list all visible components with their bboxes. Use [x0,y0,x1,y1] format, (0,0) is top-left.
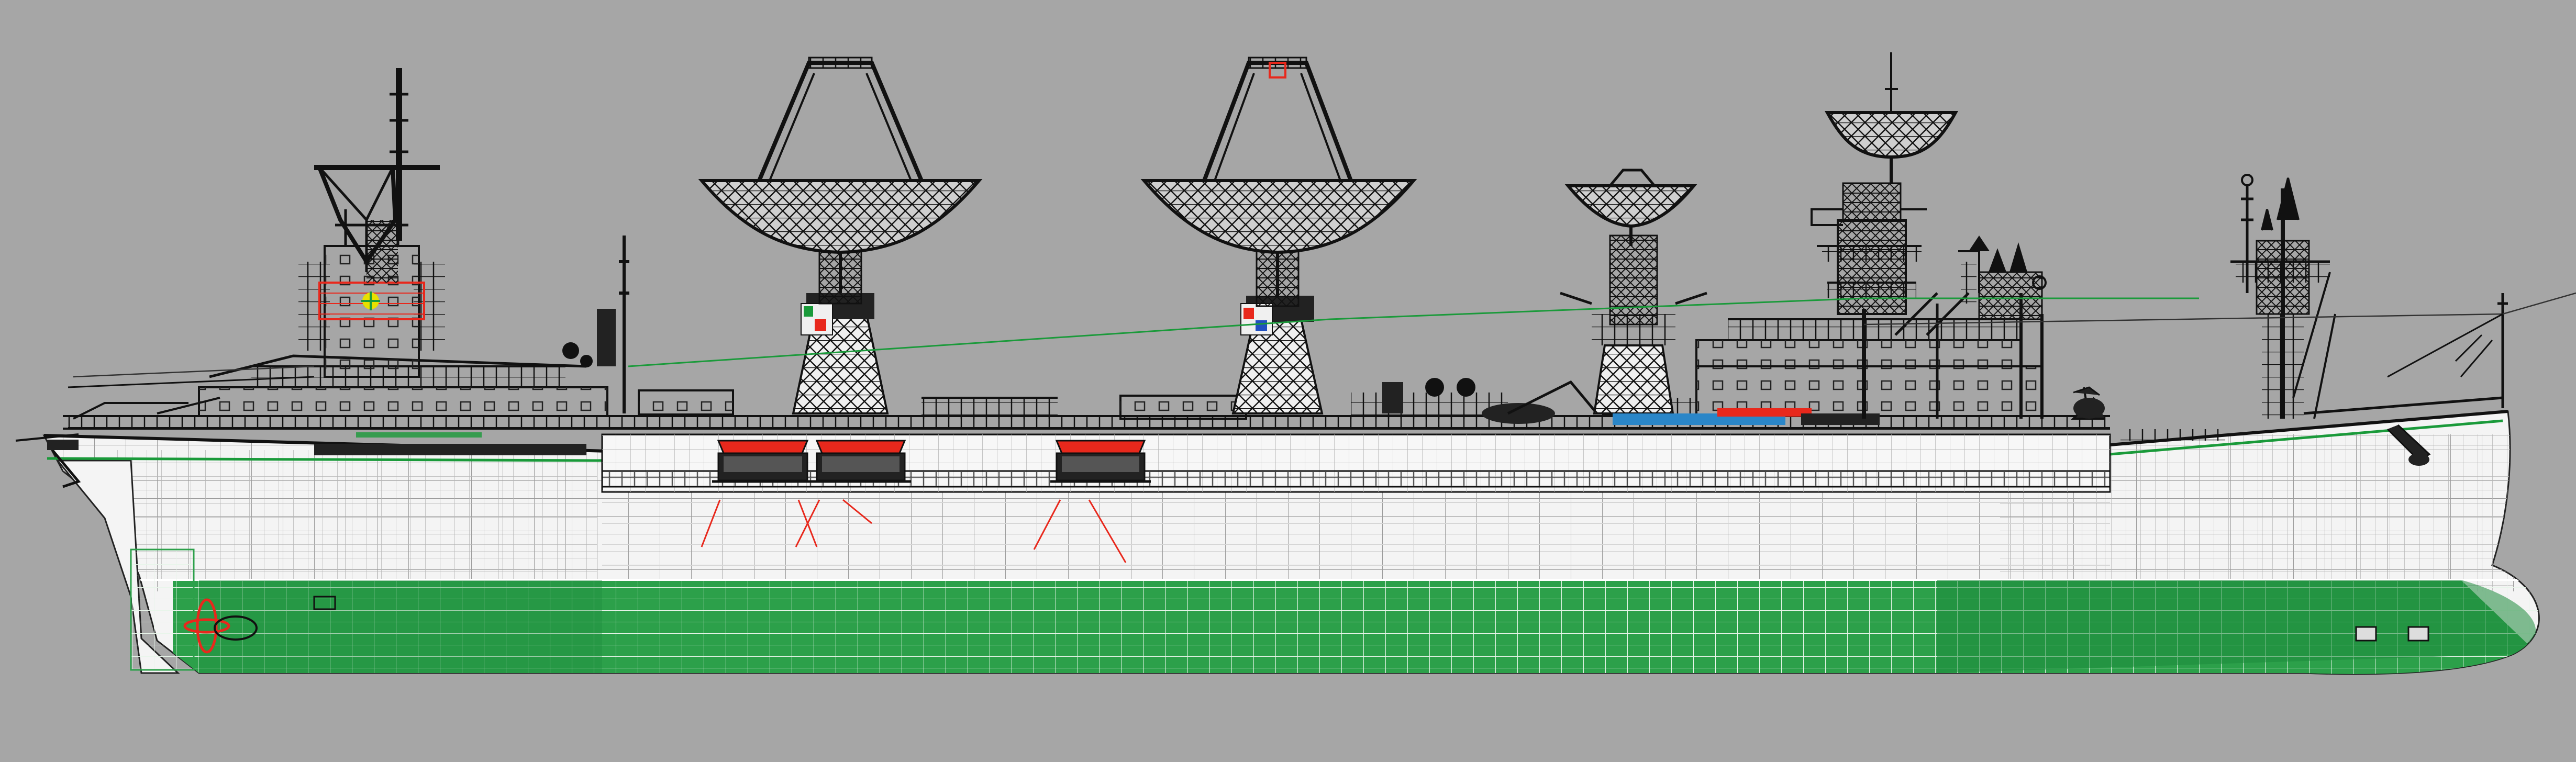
hull-stern-green-mesh [199,580,602,673]
hull-opening [2407,626,2429,642]
ship-wireframe-drawing [0,0,2576,762]
rudder [130,548,195,671]
hull-opening [2355,626,2377,642]
ship-drawing-viewport [0,0,2576,762]
